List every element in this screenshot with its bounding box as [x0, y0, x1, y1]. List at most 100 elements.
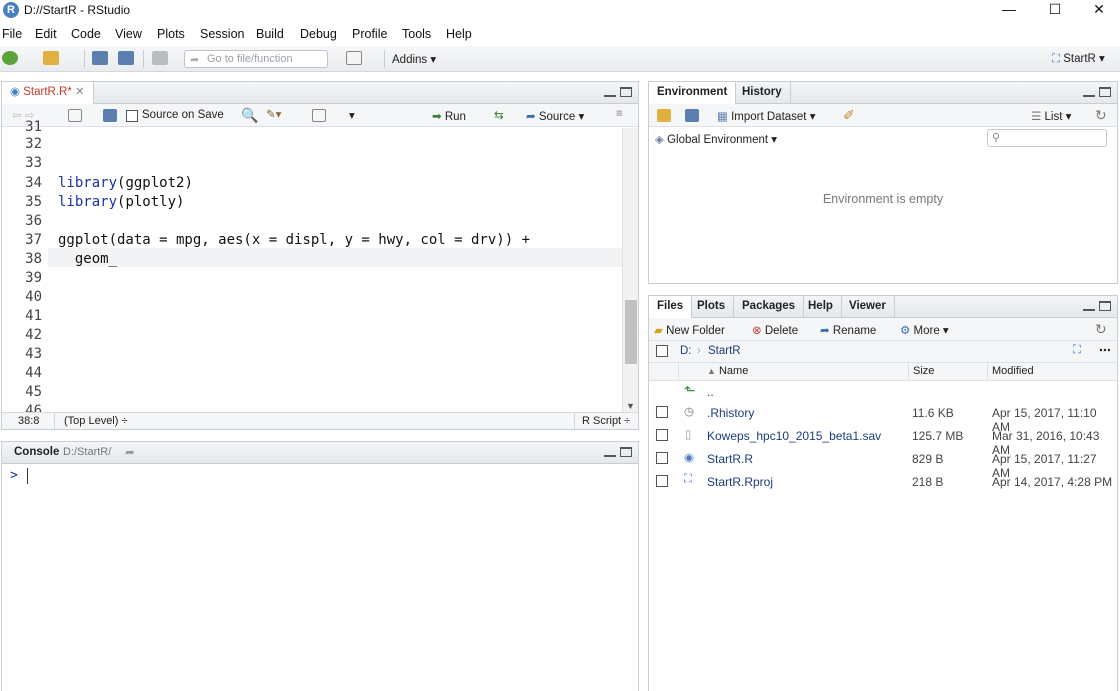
table-row[interactable]: ⛶ StartR.Rproj 218 B Apr 14, 2017, 4:28 … [649, 471, 1117, 493]
menu-session[interactable]: Session [200, 27, 244, 41]
tab-history[interactable]: History [734, 82, 791, 104]
global-environment-label: Global Environment [667, 134, 769, 146]
tab-files[interactable]: Files [649, 296, 693, 319]
row-checkbox[interactable] [656, 475, 668, 487]
parent-directory-link[interactable]: .. [707, 385, 714, 399]
goto-file-input[interactable]: ➦ Go to file/function [184, 50, 328, 68]
go-to-directory-icon[interactable]: ➦ [125, 445, 135, 459]
menu-code[interactable]: Code [71, 27, 101, 41]
editor-toolbar: ⇦ ⇨ Source on Save 🔍 ✎▾ ▾ ➡ Run ⇆ ➦ Sour… [2, 104, 638, 127]
show-in-window-icon[interactable] [68, 109, 82, 122]
tab-startr-r[interactable]: ◉ StartR.R* ✕ [2, 82, 94, 105]
window-title: D://StartR - RStudio [24, 3, 131, 17]
table-row[interactable]: ◉ StartR.R 829 B Apr 15, 2017, 11:27 AM [649, 448, 1117, 480]
column-header-size[interactable]: Size [913, 365, 934, 377]
files-window-controls[interactable] [1083, 301, 1111, 314]
addins-button[interactable]: Addins ▾ [392, 52, 436, 66]
tab-packages[interactable]: Packages [734, 296, 805, 318]
scrollbar-thumb[interactable] [625, 300, 637, 364]
delete-button[interactable]: ⊗ Delete [752, 323, 798, 337]
print-icon[interactable] [152, 51, 168, 65]
code-function: library [58, 175, 118, 191]
go-to-project-icon[interactable]: ⛶ [1073, 344, 1081, 357]
row-checkbox[interactable] [656, 429, 668, 441]
rerun-icon[interactable]: ⇆ [494, 108, 504, 122]
minimize-button[interactable]: — [986, 0, 1032, 20]
global-environment-dropdown[interactable]: ◈ Global Environment ▾ [655, 132, 777, 146]
more-options-dropdown[interactable]: ▾ [349, 108, 355, 122]
tab-environment[interactable]: Environment [649, 82, 737, 105]
file-name-link[interactable]: .Rhistory [707, 406, 754, 420]
menu-debug[interactable]: Debug [300, 27, 337, 41]
environment-search-input[interactable]: ⚲ [987, 129, 1107, 147]
breadcrumb-folder[interactable]: StartR [708, 345, 741, 357]
environment-window-controls[interactable] [1083, 87, 1111, 100]
project-menu-button[interactable]: ⛶ StartR ▾ [1052, 51, 1105, 66]
editor-scrollbar[interactable]: ▼ [622, 128, 638, 413]
editor-window-controls[interactable] [604, 87, 632, 100]
refresh-icon[interactable]: ↻ [1095, 107, 1107, 124]
right-horizontal-splitter[interactable] [648, 284, 1118, 295]
rename-button[interactable]: ➦ Rename [820, 323, 876, 337]
file-name-link[interactable]: StartR.Rproj [707, 475, 773, 489]
close-button[interactable]: ✕ [1076, 0, 1120, 20]
close-tab-icon[interactable]: ✕ [75, 86, 85, 98]
row-checkbox[interactable] [656, 452, 668, 464]
menu-view[interactable]: View [115, 27, 142, 41]
refresh-icon[interactable]: ↻ [1095, 321, 1107, 338]
clear-broom-icon[interactable]: ✐ [843, 107, 855, 124]
table-row[interactable]: ◷ .Rhistory 11.6 KB Apr 15, 2017, 11:10 … [649, 402, 1117, 434]
code-function: library [58, 194, 118, 210]
search-icon[interactable]: 🔍 [241, 107, 258, 124]
new-file-icon[interactable] [2, 51, 18, 65]
parent-directory-row[interactable]: ⬑ .. [649, 380, 1117, 402]
maximize-button[interactable]: ☐ [1032, 0, 1078, 20]
file-type-selector[interactable]: R Script ÷ [582, 415, 630, 427]
menu-file[interactable]: File [2, 27, 22, 41]
console-input-area[interactable]: > [2, 464, 638, 691]
save-icon[interactable] [92, 51, 108, 65]
load-workspace-icon[interactable] [657, 109, 671, 122]
save-all-icon[interactable] [118, 51, 134, 65]
import-dataset-button[interactable]: ▦ Import Dataset ▾ [717, 109, 815, 123]
new-folder-button[interactable]: ▰ New Folder [654, 323, 725, 337]
save-workspace-icon[interactable] [685, 109, 699, 122]
file-name-link[interactable]: Koweps_hpc10_2015_beta1.sav [707, 429, 881, 443]
tab-plots[interactable]: Plots [689, 296, 735, 318]
menu-tools[interactable]: Tools [402, 27, 431, 41]
breadcrumb-root[interactable]: D: [680, 345, 692, 357]
table-row[interactable]: ▯ Koweps_hpc10_2015_beta1.sav 125.7 MB M… [649, 425, 1117, 457]
scroll-down-icon[interactable]: ▼ [626, 401, 635, 411]
environment-tab-bar: Environment History [649, 82, 1117, 105]
menu-edit[interactable]: Edit [35, 27, 57, 41]
menu-build[interactable]: Build [256, 27, 284, 41]
save-icon[interactable] [103, 109, 117, 122]
tab-viewer[interactable]: Viewer [841, 296, 895, 318]
vertical-pane-splitter[interactable] [639, 81, 648, 691]
tab-help[interactable]: Help [800, 296, 842, 318]
left-horizontal-splitter[interactable] [1, 430, 639, 441]
file-name-link[interactable]: StartR.R [707, 452, 753, 466]
menu-plots[interactable]: Plots [157, 27, 185, 41]
console-window-controls[interactable] [604, 447, 632, 460]
compile-report-icon[interactable] [312, 109, 326, 122]
scope-selector[interactable]: (Top Level) ÷ [64, 415, 128, 427]
code-tools-wand-icon[interactable]: ✎▾ [266, 107, 281, 121]
menu-profile[interactable]: Profile [352, 27, 387, 41]
open-file-icon[interactable] [43, 51, 59, 65]
outline-icon[interactable]: ≡ [616, 108, 623, 120]
source-button[interactable]: ➦ Source ▾ [526, 109, 584, 123]
code-area[interactable]: library(ggplot2) library(plotly) ggplot(… [2, 128, 622, 413]
more-options-icon[interactable]: ⋯ [1099, 343, 1111, 357]
row-checkbox[interactable] [656, 406, 668, 418]
source-on-save-checkbox[interactable] [126, 110, 138, 122]
column-header-name[interactable]: ▲ Name [707, 365, 748, 377]
select-all-checkbox[interactable] [656, 345, 668, 357]
column-header-modified[interactable]: Modified [992, 365, 1034, 377]
pane-layout-icon[interactable] [346, 51, 362, 65]
list-view-dropdown[interactable]: ☰ List ▾ [1031, 109, 1071, 123]
editor-tab-label: StartR.R* [23, 86, 72, 98]
run-button[interactable]: ➡ Run [432, 109, 466, 123]
menu-help[interactable]: Help [446, 27, 472, 41]
more-button[interactable]: ⚙ More ▾ [900, 323, 949, 337]
